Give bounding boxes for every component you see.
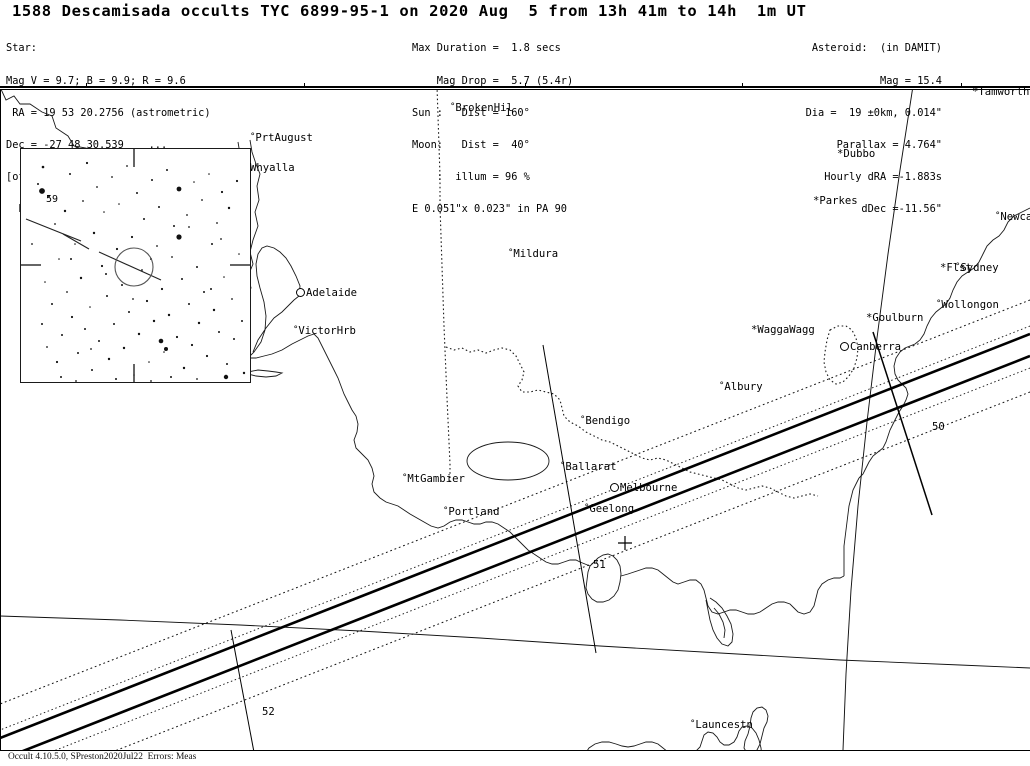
city-marker-icon	[840, 342, 849, 351]
city-name-text: Canberra	[850, 341, 902, 353]
city-name-text: Wollongon	[941, 299, 999, 311]
city-label-ballarat: °Ballarat	[560, 461, 616, 473]
city-label-goulburn: *Goulburn	[866, 312, 923, 324]
border-murray-river	[445, 346, 819, 499]
star-field-ticks	[21, 149, 250, 382]
ruler-tick	[86, 83, 87, 88]
coastline-kangaroo-island	[247, 369, 284, 378]
coastline-gippsland	[620, 567, 845, 615]
page-title: 1588 Descamisada occults TYC 6899-95-1 o…	[12, 2, 807, 20]
ruler-tick	[304, 83, 305, 88]
city-name-text: *Dubbo	[837, 148, 876, 160]
city-name-text: Melbourne	[620, 482, 678, 494]
path-time-label-52: 52	[262, 706, 275, 718]
city-label-wollongong: °Wollongon	[936, 299, 999, 311]
city-name-text: PrtAugust	[255, 132, 313, 144]
city-name-text: Ballarat	[565, 461, 617, 473]
city-name-text: Mildura	[513, 248, 559, 260]
city-name-text: Newca	[1000, 211, 1030, 223]
centre-cross-marker	[618, 536, 632, 550]
star-field-inset[interactable]	[20, 148, 251, 383]
city-name-text: *Goulburn	[866, 312, 924, 324]
lake-ellipse	[466, 441, 550, 481]
coastline-wilsons-prom	[705, 597, 734, 647]
city-name-text: Bendigo	[585, 415, 631, 427]
ruler-tick	[961, 83, 962, 88]
city-label-tamworth: *Tamworth	[972, 86, 1029, 98]
city-name-text: *WaggaWagg	[751, 324, 815, 336]
city-name-text: VictorHrb	[298, 325, 356, 337]
footer-divider	[0, 750, 1030, 751]
time-tick-51	[542, 344, 597, 654]
city-name-text: *Tamworth	[972, 86, 1030, 98]
city-label-launceston: °Launcestn	[690, 719, 753, 731]
border-sa-nsw-vic	[436, 90, 451, 482]
city-name-text: Launcestn	[695, 719, 753, 731]
border-act	[823, 325, 859, 385]
path-time-label-51: 51	[593, 559, 606, 571]
city-label-dubbo: *Dubbo	[837, 148, 875, 160]
star-59-label: 59	[46, 194, 59, 205]
city-label-sydney: °Sydney	[955, 262, 999, 274]
path-northern-limit	[0, 332, 1030, 740]
city-name-text: MtGambier	[407, 473, 465, 485]
star-info-line: Star:	[6, 42, 37, 55]
star-field-canvas	[21, 149, 250, 382]
city-label-albury: °Albury	[719, 381, 763, 393]
time-tick-50	[872, 331, 933, 516]
event-info-line: Max Duration = 1.8 secs	[412, 42, 561, 55]
map-frame-left-edge	[0, 90, 1, 750]
city-label-melbourne: Melbourne	[610, 482, 677, 494]
city-label-whyalla: Whyalla	[250, 162, 295, 174]
city-label-waggawagga: *WaggaWagg	[751, 324, 815, 336]
city-name-text: Geelong	[589, 503, 635, 515]
city-marker-icon	[610, 483, 619, 492]
city-label-mtgambier: °MtGambier	[402, 473, 465, 485]
ruler-tick	[742, 83, 743, 88]
star-field-stars	[31, 161, 246, 382]
star-info-line: Mag V = 9.7; B = 9.9; R = 9.6	[6, 74, 186, 87]
city-name-text: BrokenHil	[455, 102, 513, 114]
city-name-text: *Parkes	[813, 195, 858, 207]
path-southern-limit	[21, 354, 1030, 750]
city-name-text: Portland	[448, 506, 500, 518]
header-divider	[0, 86, 1030, 88]
city-label-geelong: °Geelong	[584, 503, 634, 515]
footer-credit: Occult 4.10.5.0, SPreston2020Jul22 Error…	[8, 752, 197, 762]
city-label-prtaugusta: °PrtAugust	[250, 132, 313, 144]
city-name-text: Albury	[724, 381, 763, 393]
city-label-brokenhill: °BrokenHil	[450, 102, 513, 114]
city-name-text: Adelaide	[306, 287, 358, 299]
path-inner-limit-north	[0, 325, 1030, 731]
ruler-tick	[525, 83, 526, 88]
latitude-arc-line	[0, 615, 1030, 669]
path-time-label-50: 50	[932, 421, 945, 433]
time-tick-52	[230, 629, 255, 750]
meridian-line	[842, 90, 913, 750]
city-marker-icon	[296, 288, 305, 297]
coastline-gulf-st-vincent	[247, 245, 301, 359]
city-name-text: Sydney	[960, 262, 999, 274]
city-name-text: Whyalla	[250, 162, 295, 174]
city-label-adelaide: Adelaide	[296, 287, 357, 299]
path-error-limit-south	[115, 391, 1030, 750]
coastline-spencer-gulf	[0, 90, 107, 157]
city-label-victorhrb: °VictorHrb	[293, 325, 356, 337]
event-info-line: Mag Drop = 5.7 (5.4r)	[412, 74, 574, 87]
city-label-parkes: *Parkes	[813, 195, 858, 207]
target-star-circle	[114, 247, 154, 287]
city-label-newcastle: °Newca	[995, 211, 1030, 223]
city-label-bendigo: °Bendigo	[580, 415, 630, 427]
occultation-prediction-page: 1588 Descamisada occults TYC 6899-95-1 o…	[0, 0, 1030, 766]
header: 1588 Descamisada occults TYC 6899-95-1 o…	[0, 0, 1030, 214]
city-label-mildura: °Mildura	[508, 248, 558, 260]
city-label-portland: °Portland	[443, 506, 499, 518]
city-label-canberra: Canberra	[840, 341, 901, 353]
asteroid-info-line: Asteroid: (in DAMIT)	[811, 42, 942, 55]
asteroid-info-line: Mag = 15.4	[880, 74, 942, 87]
coastline-vic-west	[533, 553, 591, 567]
coastline-far-east	[843, 477, 860, 576]
